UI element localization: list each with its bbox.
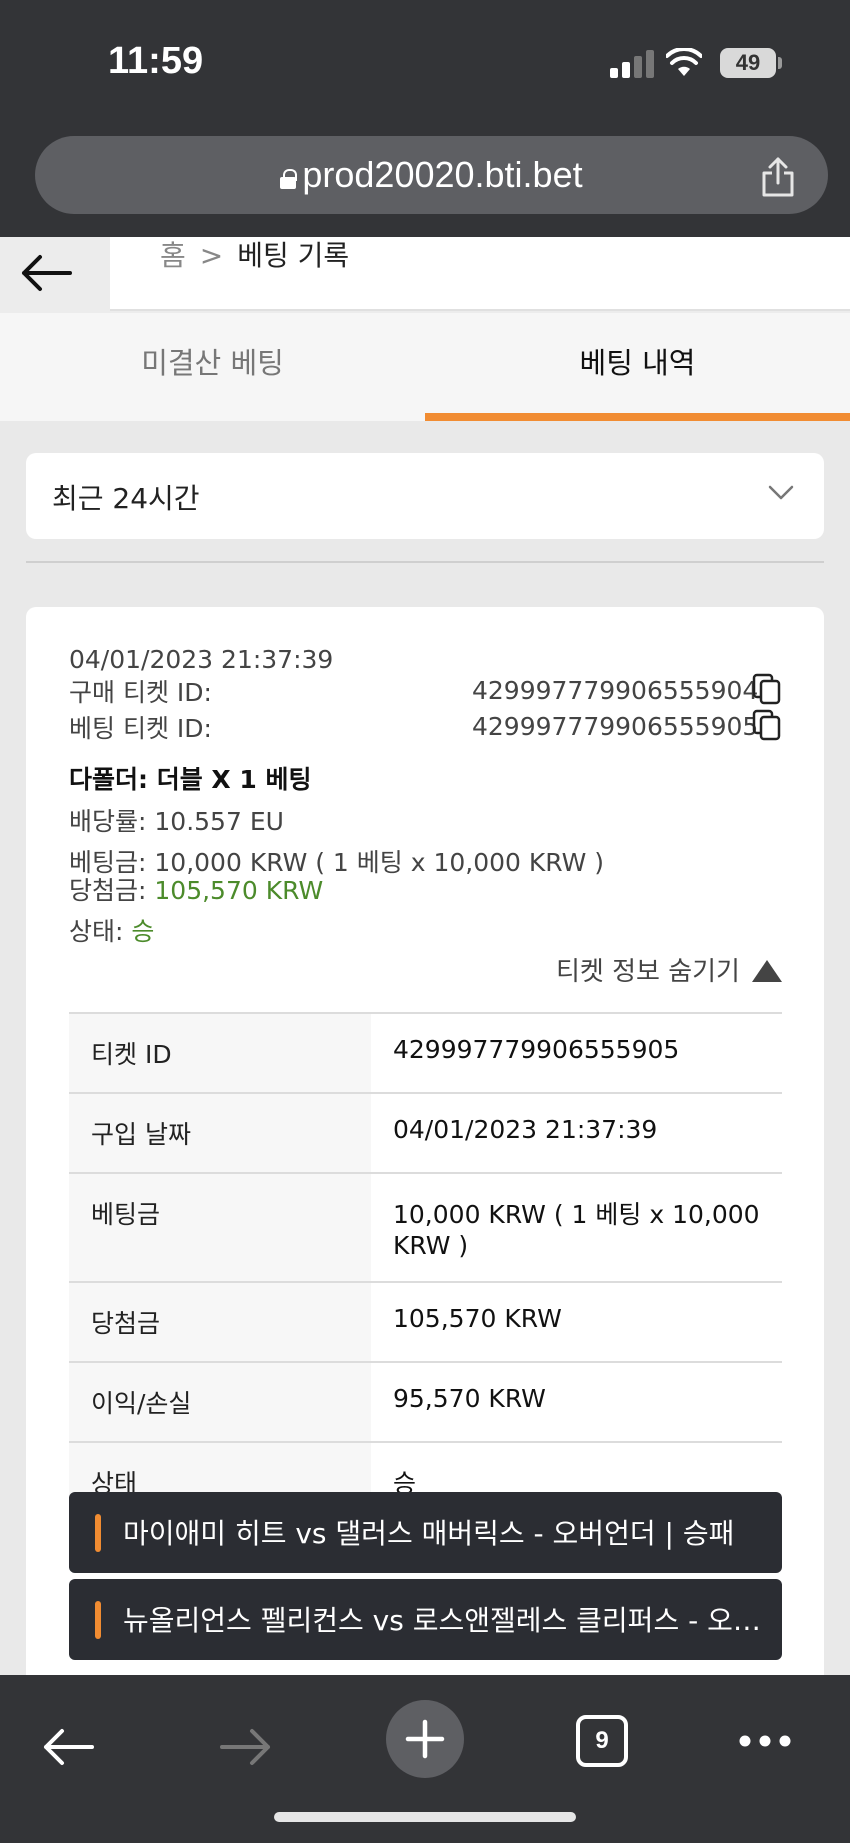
breadcrumb-home[interactable]: 홈 — [160, 239, 186, 272]
detail-value: 10,000 KRW ( 1 베팅 x 10,000 KRW ) — [393, 1200, 760, 1260]
event-item[interactable]: 뉴올리언스 펠리컨스 vs 로스앤젤레스 클리퍼스 - 오버언더 | 승패 — [69, 1579, 782, 1660]
tab-bet-history[interactable]: 베팅 내역 — [425, 313, 850, 421]
breadcrumb: 홈 > 베팅 기록 — [110, 237, 850, 311]
bet-type: 다폴더: 더블 X 1 베팅 — [69, 765, 312, 794]
home-indicator — [274, 1812, 576, 1822]
back-arrow-icon[interactable] — [40, 1725, 96, 1769]
event-title: 뉴올리언스 펠리컨스 vs 로스앤젤레스 클리퍼스 - 오버언더 | 승패 — [123, 1604, 773, 1637]
winnings-value: 105,570 KRW — [154, 876, 324, 905]
period-select[interactable]: 최근 24시간 — [26, 453, 824, 539]
share-icon[interactable] — [758, 155, 798, 199]
arrow-left-icon — [22, 255, 72, 291]
status-value: 승 — [131, 917, 155, 946]
odds-value: 10.557 EU — [154, 807, 284, 836]
detail-key: 이익/손실 — [69, 1362, 371, 1442]
bet-ticket-id-label: 베팅 티켓 ID: — [69, 714, 212, 743]
event-item[interactable]: 마이애미 히트 vs 댈러스 매버릭스 - 오버언더 | 승패 — [69, 1492, 782, 1573]
wifi-icon — [666, 48, 702, 76]
purchase-ticket-id: 429997779906555904 — [472, 676, 759, 705]
event-title: 마이애미 히트 vs 댈러스 매버릭스 - 오버언더 | 승패 — [123, 1517, 735, 1550]
table-row: 베팅금 10,000 KRW ( 1 베팅 x 10,000 KRW ) — [69, 1173, 782, 1282]
section-divider — [26, 561, 824, 563]
ticket-card: 04/01/2023 21:37:39 구매 티켓 ID: 4299977799… — [26, 607, 824, 1677]
detail-key: 구입 날짜 — [69, 1093, 371, 1173]
detail-value: 429997779906555905 — [393, 1035, 680, 1064]
tab-switcher-button[interactable]: 9 — [576, 1715, 628, 1767]
winnings-label: 당첨금: — [69, 876, 147, 905]
bet-ticket-id: 429997779906555905 — [472, 712, 759, 741]
triangle-up-icon — [751, 960, 782, 982]
detail-key: 베팅금 — [69, 1173, 371, 1282]
detail-value: 95,570 KRW — [393, 1384, 546, 1413]
hide-ticket-info-label: 티켓 정보 숨기기 — [556, 957, 740, 987]
table-row: 티켓 ID 429997779906555905 — [69, 1013, 782, 1093]
address-bar[interactable]: prod20020.bti.bet — [35, 136, 828, 214]
odds-label: 배당률: — [69, 807, 147, 836]
table-row: 구입 날짜 04/01/2023 21:37:39 — [69, 1093, 782, 1173]
period-value: 최근 24시간 — [52, 482, 200, 515]
copy-icon[interactable] — [752, 709, 782, 741]
tab-unsettled-bets[interactable]: 미결산 베팅 — [0, 313, 425, 421]
detail-key: 티켓 ID — [69, 1013, 371, 1093]
url-text: prod20020.bti.bet — [302, 154, 583, 195]
ticket-datetime: 04/01/2023 21:37:39 — [69, 645, 334, 674]
hide-ticket-info-button[interactable]: 티켓 정보 숨기기 — [556, 951, 782, 988]
detail-key: 당첨금 — [69, 1282, 371, 1362]
battery-tip — [778, 57, 782, 69]
breadcrumb-current: 베팅 기록 — [237, 239, 350, 272]
lock-icon — [280, 169, 298, 189]
detail-value: 105,570 KRW — [393, 1304, 562, 1333]
breadcrumb-separator: > — [199, 239, 224, 272]
back-button[interactable] — [0, 237, 110, 313]
tab-bar: 미결산 베팅 베팅 내역 — [0, 313, 850, 421]
table-row: 당첨금 105,570 KRW — [69, 1282, 782, 1362]
status-time: 11:59 — [108, 40, 204, 82]
event-indicator — [95, 1601, 101, 1639]
event-indicator — [95, 1514, 101, 1552]
forward-arrow-icon[interactable] — [218, 1725, 274, 1769]
detail-value: 04/01/2023 21:37:39 — [393, 1115, 658, 1144]
cellular-signal-icon — [610, 50, 654, 78]
copy-icon[interactable] — [752, 673, 782, 705]
table-row: 이익/손실 95,570 KRW — [69, 1362, 782, 1442]
ticket-details-table: 티켓 ID 429997779906555905 구입 날짜 04/01/2023 2… — [69, 1012, 782, 1523]
battery-icon: 49 — [720, 48, 776, 78]
more-options-icon[interactable] — [738, 1731, 792, 1751]
chevron-down-icon — [768, 485, 794, 500]
new-tab-icon[interactable] — [386, 1700, 464, 1778]
purchase-ticket-id-label: 구매 티켓 ID: — [69, 678, 212, 707]
status-label: 상태: — [69, 917, 124, 946]
